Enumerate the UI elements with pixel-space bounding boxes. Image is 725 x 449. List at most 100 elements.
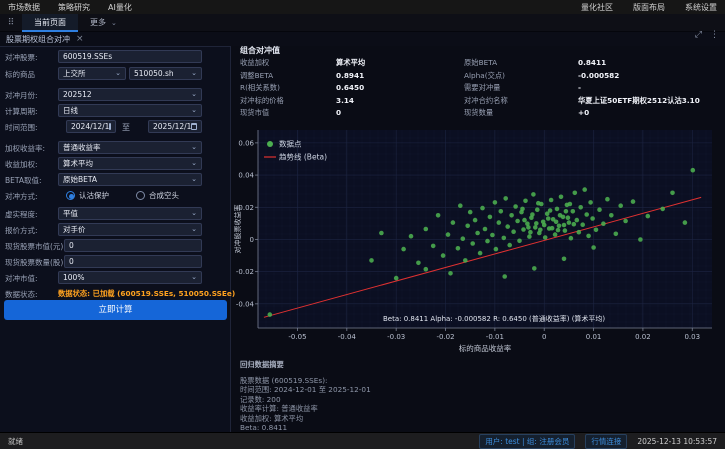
market-connection[interactable]: 行情连接 xyxy=(585,434,627,449)
stat-label: 原始BETA xyxy=(464,58,578,68)
x-tick-label: -0.03 xyxy=(387,333,405,341)
menu-strategy-research[interactable]: 策略研究 xyxy=(58,2,90,13)
moneyness-label: 虚实程度: xyxy=(5,209,38,220)
data-point xyxy=(670,191,675,196)
hedge-stock-input[interactable] xyxy=(58,50,202,63)
data-point xyxy=(401,247,406,252)
close-icon[interactable]: × xyxy=(76,34,84,44)
data-point xyxy=(505,224,510,229)
data-point xyxy=(582,187,587,192)
chevron-down-icon: ⌄ xyxy=(191,158,197,169)
data-point xyxy=(555,207,560,212)
data-point xyxy=(565,203,570,208)
tab-current-page[interactable]: 当前页面 xyxy=(22,14,78,32)
user-info[interactable]: 用户: test | 组: 注册会员 xyxy=(479,434,575,449)
chevron-down-icon: ⌄ xyxy=(191,174,197,185)
page-title[interactable]: 股票期权组合对冲 xyxy=(6,34,70,45)
stat-value contract-name: 华夏上证50ETF期权2512认沽3.10 xyxy=(578,96,720,106)
data-point xyxy=(436,213,441,218)
data-point xyxy=(461,236,466,241)
x-tick-label: -0.02 xyxy=(436,333,454,341)
data-point xyxy=(394,276,399,281)
legend-points-label: 数据点 xyxy=(279,139,302,149)
kebab-menu-icon[interactable]: ⋮ xyxy=(710,30,719,40)
tab-more[interactable]: 更多⌄ xyxy=(78,14,129,32)
underlying-code-select[interactable]: 510050.sh ⌄ xyxy=(129,67,202,80)
data-point xyxy=(485,239,490,244)
data-status-label: 数据状态: xyxy=(5,289,38,300)
expand-icon[interactable]: ⤢ xyxy=(695,30,702,40)
spot-value-input[interactable] xyxy=(64,239,202,252)
weight-method-label: 收益加权: xyxy=(5,159,38,170)
data-point xyxy=(556,228,561,233)
data-point xyxy=(517,239,522,244)
data-point xyxy=(545,211,550,216)
exchange-select[interactable]: 上交所 ⌄ xyxy=(58,67,126,80)
toolbar: ⠿ 当前页面 更多⌄ xyxy=(0,14,725,32)
stat-value: 0.8941 xyxy=(336,71,464,81)
hedge-mode-label: 对冲方式: xyxy=(5,191,38,202)
stat-value: 0.8411 xyxy=(578,58,720,68)
stat-value: 算术平均 xyxy=(336,58,464,68)
data-point xyxy=(463,258,468,263)
data-point xyxy=(638,237,643,242)
data-point xyxy=(553,232,558,237)
x-axis-label: 标的商品收益率 xyxy=(459,343,512,353)
quote-type-select[interactable]: 对手价 ⌄ xyxy=(58,223,202,236)
data-point xyxy=(631,199,636,204)
weight-method-select[interactable]: 算术平均 ⌄ xyxy=(58,157,202,170)
data-point xyxy=(575,218,580,223)
data-point xyxy=(424,227,429,232)
data-point xyxy=(513,204,518,209)
menu-system-settings[interactable]: 系统设置 xyxy=(685,2,717,13)
hedge-month-select[interactable]: 202512 ⌄ xyxy=(58,88,202,101)
moneyness-select[interactable]: 平值 ⌄ xyxy=(58,207,202,220)
data-point xyxy=(536,201,541,206)
data-point xyxy=(448,271,453,276)
data-point xyxy=(446,232,451,237)
legend-trend-label: 趋势线 (Beta) xyxy=(279,152,327,162)
menu-layout[interactable]: 版面布局 xyxy=(633,2,665,13)
stat-label: 收益加权 xyxy=(240,58,336,68)
stat-label: 调整BETA xyxy=(240,71,336,81)
menu-ai-quant[interactable]: AI量化 xyxy=(108,2,132,13)
data-point xyxy=(562,223,567,228)
data-point xyxy=(660,207,665,212)
data-point xyxy=(470,241,475,246)
radio-synthetic-short[interactable]: 合成空头 xyxy=(136,190,179,201)
start-date-picker[interactable]: 2024/12/1 xyxy=(66,120,116,133)
return-type-select[interactable]: 普通收益率 ⌄ xyxy=(58,141,202,154)
spot-qty-label: 现货股票数量(股): xyxy=(5,257,66,268)
beta-type-select[interactable]: 原始BETA ⌄ xyxy=(58,173,202,186)
data-point xyxy=(586,234,591,239)
chevron-down-icon: ⌄ xyxy=(191,89,197,100)
data-point xyxy=(541,220,546,225)
data-point xyxy=(691,168,696,173)
data-point xyxy=(483,227,488,232)
spot-qty-input[interactable] xyxy=(64,255,202,268)
calc-period-select[interactable]: 日线 ⌄ xyxy=(58,104,202,117)
data-point xyxy=(515,219,520,224)
clock: 2025-12-13 10:53:57 xyxy=(637,437,717,446)
hedge-form-panel: 对冲股票: 标的商品 上交所 ⌄ 510050.sh ⌄ 对冲月份: 20251… xyxy=(0,46,231,432)
data-point xyxy=(528,230,533,235)
x-tick-label: -0.04 xyxy=(338,333,357,341)
apps-grid-icon[interactable]: ⠿ xyxy=(0,18,22,28)
chevron-down-icon: ⌄ xyxy=(111,19,117,27)
end-date-picker[interactable]: 2025/12/1 xyxy=(148,120,202,133)
hedge-month-label: 对冲月份: xyxy=(5,90,38,101)
data-point xyxy=(519,210,524,215)
data-point xyxy=(546,216,551,221)
x-tick-label: 0.03 xyxy=(684,333,700,341)
menu-quant-community[interactable]: 量化社区 xyxy=(581,2,613,13)
hedge-ratio-select[interactable]: 100% ⌄ xyxy=(58,271,202,284)
data-point xyxy=(494,247,499,252)
stats-panel-title: 组合对冲值 xyxy=(240,45,280,56)
radio-put-protection[interactable]: 认沽保护 xyxy=(66,190,109,201)
calendar-icon xyxy=(109,123,111,130)
calculate-button[interactable]: 立即计算 xyxy=(4,300,227,320)
data-point xyxy=(527,234,532,239)
menu-market-data[interactable]: 市场数据 xyxy=(8,2,40,13)
data-point xyxy=(379,231,384,236)
data-point xyxy=(525,221,530,226)
